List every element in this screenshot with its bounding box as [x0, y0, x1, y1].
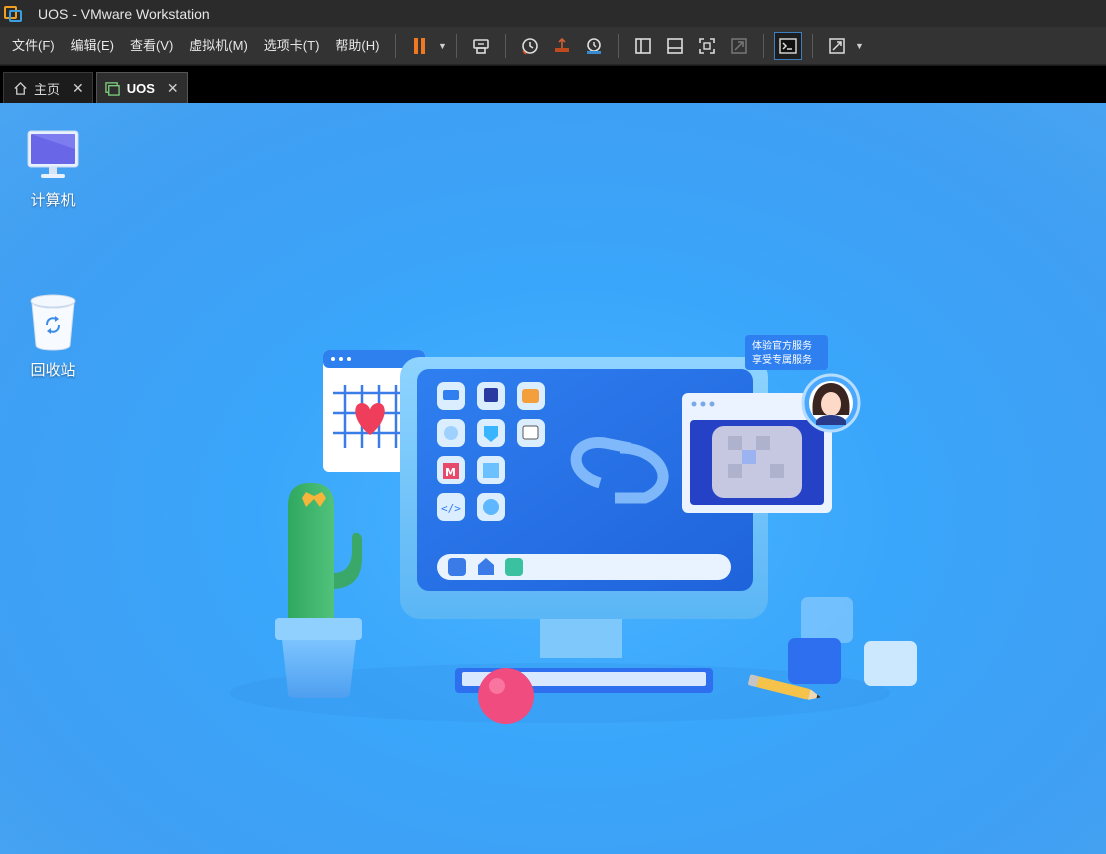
show-library-button[interactable]: [629, 32, 657, 60]
close-icon[interactable]: ✕: [72, 80, 84, 97]
title-bar: UOS - VMware Workstation: [0, 0, 1106, 27]
fullscreen-icon: [699, 37, 716, 54]
trash-icon: [30, 294, 76, 351]
menu-vm[interactable]: 虚拟机(M): [181, 33, 256, 59]
fullscreen-button[interactable]: [693, 32, 721, 60]
toolbar-separator: [505, 33, 507, 58]
home-icon: [12, 80, 28, 96]
desktop-icon-computer[interactable]: 计算机: [13, 129, 93, 210]
thumbnail-icon: [667, 37, 684, 54]
snapshot-manager-icon: [587, 37, 602, 54]
window-title: UOS - VMware Workstation: [38, 5, 210, 22]
thumbnail-bar-button[interactable]: [661, 32, 689, 60]
tab-uos[interactable]: UOS ✕: [95, 72, 188, 103]
desktop-icon-computer-label: 计算机: [30, 192, 76, 209]
snapshot-icon: [522, 37, 539, 55]
cubes-illustration: [788, 597, 917, 686]
power-dropdown-caret[interactable]: ▼: [436, 32, 448, 60]
send-keys-icon: [473, 38, 490, 54]
send-ctrl-alt-del-button[interactable]: [467, 32, 495, 60]
snapshot-manager-button[interactable]: [580, 32, 608, 60]
pause-icon: [414, 37, 426, 54]
guest-desktop[interactable]: M </> 体验官方服务 享受专属服务 计算机 回收站: [0, 103, 1106, 854]
stretch-dropdown-caret[interactable]: ▼: [853, 32, 865, 60]
unity-icon: [731, 37, 748, 54]
menu-file[interactable]: 文件(F): [4, 33, 63, 59]
vm-icon: [105, 80, 121, 96]
menu-tabs[interactable]: 选项卡(T): [256, 33, 328, 59]
revert-snapshot-button[interactable]: [548, 32, 576, 60]
bubble-text-line1: 体验官方服务: [752, 339, 812, 352]
menu-toolbar: 文件(F) 编辑(E) 查看(V) 虚拟机(M) 选项卡(T) 帮助(H) ▼ …: [0, 27, 1106, 65]
toolbar-separator: [618, 33, 620, 58]
desktop-icon-trash-label: 回收站: [30, 362, 76, 379]
menu-help[interactable]: 帮助(H): [327, 33, 387, 59]
console-icon: [779, 37, 798, 54]
tab-home-label: 主页: [34, 81, 61, 97]
bubble-text-line2: 享受专属服务: [752, 353, 812, 366]
close-icon[interactable]: ✕: [167, 80, 179, 97]
library-icon: [635, 37, 652, 54]
menu-view[interactable]: 查看(V): [122, 33, 181, 59]
tab-bar: 主页 ✕ UOS ✕: [0, 66, 1106, 103]
tab-home[interactable]: 主页 ✕: [3, 72, 93, 103]
tab-uos-label: UOS: [126, 80, 155, 96]
pause-button[interactable]: [406, 32, 434, 60]
toolbar-separator: [456, 33, 458, 58]
menu-edit[interactable]: 编辑(E): [63, 33, 122, 59]
computer-icon: [27, 130, 79, 178]
revert-snapshot-icon: [555, 37, 570, 52]
wallpaper-illustration: M </> 体验官方服务 享受专属服务: [230, 335, 917, 724]
toolbar-separator: [395, 33, 397, 58]
svg-text:M: M: [445, 466, 456, 479]
cactus-illustration: [275, 483, 362, 698]
desktop-icon-trash[interactable]: 回收站: [13, 293, 93, 380]
svg-text:</>: </>: [441, 502, 461, 515]
console-view-button[interactable]: [774, 31, 803, 60]
take-snapshot-button[interactable]: [516, 32, 544, 60]
stretch-icon: [829, 37, 846, 54]
toolbar-separator: [812, 33, 814, 58]
stretch-guest-button[interactable]: [823, 32, 851, 60]
toolbar-separator: [763, 33, 765, 58]
unity-button[interactable]: [725, 32, 753, 60]
vmware-logo-icon: [4, 5, 24, 23]
